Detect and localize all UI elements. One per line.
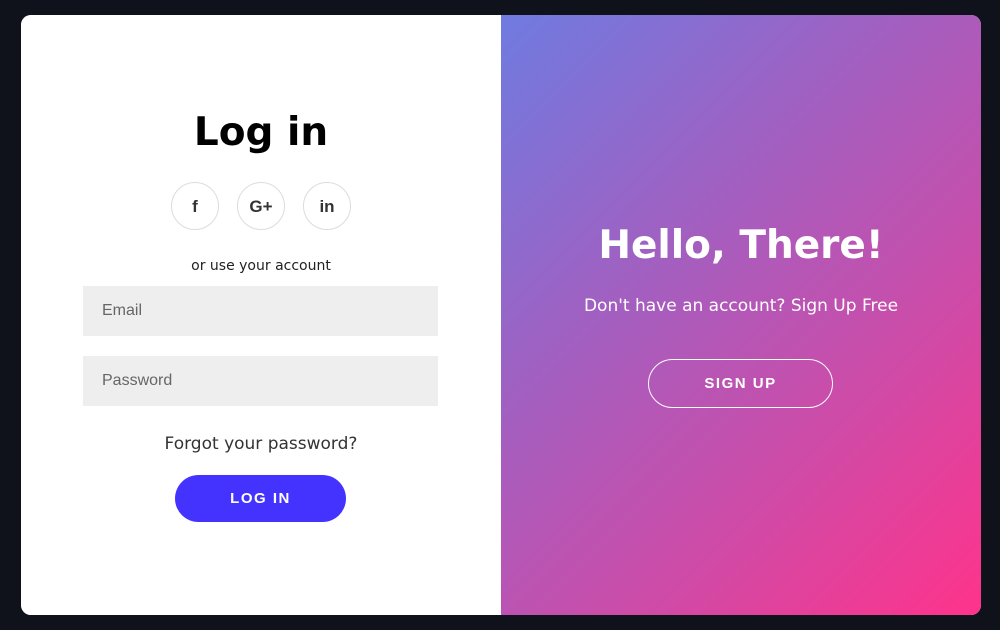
- signup-panel-title: Hello, There!: [598, 223, 884, 268]
- forgot-password-link[interactable]: Forgot your password?: [21, 434, 501, 454]
- login-title: Log in: [193, 110, 329, 155]
- google-plus-icon: G+: [249, 196, 273, 216]
- google-plus-button[interactable]: G+: [237, 182, 285, 230]
- linkedin-button[interactable]: in: [303, 182, 351, 230]
- linkedin-icon: in: [319, 196, 335, 216]
- signup-prompt-text: Don't have an account? Sign Up Free: [583, 296, 899, 316]
- email-field[interactable]: [83, 286, 438, 336]
- login-panel: Log in f G+ in or use your account Forgo…: [21, 15, 501, 615]
- signup-button[interactable]: SIGN UP: [648, 359, 833, 408]
- login-button[interactable]: LOG IN: [175, 475, 346, 522]
- auth-card: Log in f G+ in or use your account Forgo…: [21, 15, 981, 615]
- password-field[interactable]: [83, 356, 438, 406]
- facebook-icon: f: [192, 196, 198, 216]
- facebook-button[interactable]: f: [171, 182, 219, 230]
- alternative-login-text: or use your account: [191, 258, 331, 274]
- social-login-row: f G+ in: [21, 182, 501, 230]
- signup-panel: Hello, There! Don't have an account? Sig…: [501, 15, 981, 615]
